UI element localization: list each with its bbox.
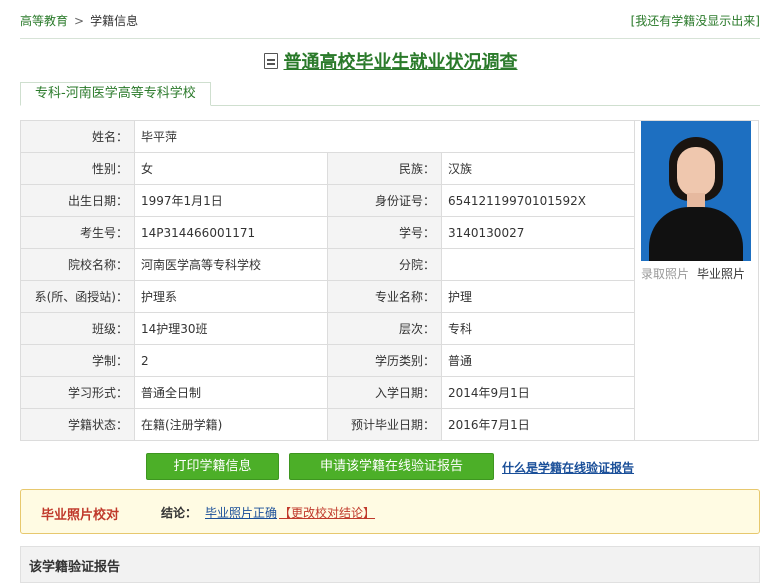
graduation-date-label: 预计毕业日期： bbox=[327, 408, 442, 441]
photo-links: 录取照片 毕业照片 bbox=[641, 265, 752, 282]
student-number-value: 3140130027 bbox=[441, 216, 635, 249]
major-label: 专业名称： bbox=[327, 280, 442, 313]
class-value: 14护理30班 bbox=[134, 312, 328, 345]
id-label: 身份证号： bbox=[327, 184, 442, 217]
enroll-date-label: 入学日期： bbox=[327, 376, 442, 409]
exam-number-label: 考生号： bbox=[20, 216, 135, 249]
duration-label: 学制： bbox=[20, 344, 135, 377]
id-value: 65412119970101592X bbox=[441, 184, 635, 217]
department-label: 系(所、函授站)： bbox=[20, 280, 135, 313]
birth-value: 1997年1月1日 bbox=[134, 184, 328, 217]
status-label: 学籍状态： bbox=[20, 408, 135, 441]
birth-label: 出生日期： bbox=[20, 184, 135, 217]
photo-correct-result: 毕业照片正确 bbox=[205, 506, 278, 520]
admission-photo-link[interactable]: 录取照片 bbox=[641, 267, 689, 281]
conclusion-label: 结论： bbox=[161, 506, 198, 520]
photo-face bbox=[677, 147, 715, 197]
graduation-photo-link[interactable]: 毕业照片 bbox=[697, 267, 745, 281]
topbar: 高等教育 > 学籍信息 [我还有学籍没显示出来] bbox=[20, 12, 760, 32]
class-label: 班级： bbox=[20, 312, 135, 345]
study-form-label: 学习形式： bbox=[20, 376, 135, 409]
status-value: 在籍(注册学籍) bbox=[134, 408, 328, 441]
education-type-value: 普通 bbox=[441, 344, 635, 377]
report-heading: 该学籍验证报告 bbox=[29, 560, 121, 575]
breadcrumb-home-link[interactable]: 高等教育 bbox=[20, 14, 68, 28]
branch-value bbox=[441, 248, 635, 281]
breadcrumb-separator: > bbox=[74, 14, 85, 28]
department-value: 护理系 bbox=[134, 280, 328, 313]
photo-verification-box: 毕业照片校对 结论： 毕业照片正确 【更改校对结论】 bbox=[20, 489, 760, 534]
photo-verification-heading: 毕业照片校对 bbox=[41, 508, 120, 523]
apply-verification-report-button[interactable]: 申请该学籍在线验证报告 bbox=[289, 453, 494, 480]
student-number-label: 学号： bbox=[327, 216, 442, 249]
student-photo bbox=[641, 121, 751, 261]
missing-record-link-wrap: [我还有学籍没显示出来] bbox=[631, 12, 760, 29]
student-info-table: 姓名： 毕平萍 录取照片 毕业照片 性别： 女 民族： 汉族 出生日期： 1997… bbox=[20, 120, 759, 441]
breadcrumb: 高等教育 > 学籍信息 bbox=[20, 12, 138, 29]
level-value: 专科 bbox=[441, 312, 635, 345]
document-icon bbox=[263, 53, 278, 69]
print-record-button[interactable]: 打印学籍信息 bbox=[146, 453, 279, 480]
study-form-value: 普通全日制 bbox=[134, 376, 328, 409]
report-section-header: 该学籍验证报告 bbox=[20, 546, 760, 583]
table-row: 姓名： 毕平萍 录取照片 毕业照片 bbox=[20, 120, 759, 441]
breadcrumb-current: 学籍信息 bbox=[90, 14, 139, 28]
school-value: 河南医学高等专科学校 bbox=[134, 248, 328, 281]
missing-record-link[interactable]: [我还有学籍没显示出来] bbox=[631, 14, 760, 28]
duration-value: 2 bbox=[134, 344, 328, 377]
change-conclusion-link[interactable]: 【更改校对结论】 bbox=[279, 504, 375, 521]
page-title-wrap: 普通高校毕业生就业状况调查 bbox=[0, 48, 781, 74]
what-is-report-link[interactable]: 什么是学籍在线验证报告 bbox=[502, 459, 634, 476]
branch-label: 分院： bbox=[327, 248, 442, 281]
name-value: 毕平萍 bbox=[134, 120, 635, 153]
page-title[interactable]: 普通高校毕业生就业状况调查 bbox=[284, 48, 518, 74]
survey-title-link[interactable]: 普通高校毕业生就业状况调查 bbox=[263, 48, 518, 74]
graduation-date-value: 2016年7月1日 bbox=[441, 408, 635, 441]
ethnicity-label: 民族： bbox=[327, 152, 442, 185]
major-value: 护理 bbox=[441, 280, 635, 313]
level-label: 层次： bbox=[327, 312, 442, 345]
exam-number-value: 14P314466001171 bbox=[134, 216, 328, 249]
education-type-label: 学历类别： bbox=[327, 344, 442, 377]
photo-body bbox=[649, 207, 743, 261]
photo-cell: 录取照片 毕业照片 bbox=[634, 120, 759, 441]
school-label: 院校名称： bbox=[20, 248, 135, 281]
gender-value: 女 bbox=[134, 152, 328, 185]
enroll-date-value: 2014年9月1日 bbox=[441, 376, 635, 409]
top-divider bbox=[20, 38, 760, 39]
ethnicity-value: 汉族 bbox=[441, 152, 635, 185]
gender-label: 性别： bbox=[20, 152, 135, 185]
name-label: 姓名： bbox=[20, 120, 135, 153]
tab-school-record[interactable]: 专科-河南医学高等专科学校 bbox=[20, 82, 211, 106]
